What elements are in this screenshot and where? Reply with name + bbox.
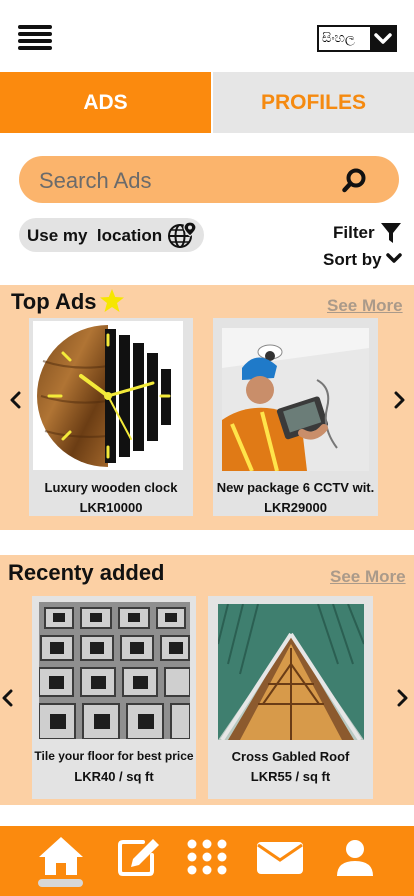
ad-title: Tile your floor for best price: [34, 749, 194, 763]
grid-icon[interactable]: [186, 838, 228, 876]
ad-price: LKR55 / sq ft: [250, 769, 331, 784]
recently-added-section: Recenty added See More Tile your floor f…: [0, 555, 414, 805]
top-bar: සිංහල: [0, 0, 414, 72]
carousel-next-arrow-icon[interactable]: [395, 689, 409, 707]
ad-price: LKR40 / sq ft: [74, 769, 154, 784]
filter-label: Filter: [333, 222, 375, 242]
star-icon: [99, 288, 125, 318]
cctv-installation-image: [222, 328, 369, 471]
tab-ads[interactable]: ADS: [0, 72, 211, 133]
ad-title: New package 6 CCTV wit.: [216, 480, 375, 495]
carousel-prev-arrow-icon[interactable]: [1, 689, 15, 707]
use-my-location-button[interactable]: Use my location: [19, 218, 204, 252]
language-label: සිංහල: [322, 31, 355, 46]
recently-added-see-more-link[interactable]: See More: [330, 567, 406, 587]
ad-title: Cross Gabled Roof: [231, 749, 350, 764]
ad-card-floor-tiles[interactable]: Tile your floor for best price LKR40 / s…: [32, 596, 196, 799]
wooden-clock-image: [33, 321, 183, 470]
ad-price: LKR29000: [264, 500, 327, 515]
floor-tiles-image: [39, 602, 190, 739]
gabled-roof-image: [218, 604, 364, 740]
carousel-next-arrow-icon[interactable]: [392, 391, 406, 409]
home-icon[interactable]: [37, 835, 85, 877]
search-icon[interactable]: [341, 167, 369, 198]
tab-bar: ADS PROFILES: [0, 72, 414, 133]
filter-button[interactable]: Filter: [333, 216, 402, 249]
mail-icon[interactable]: [256, 841, 304, 875]
funnel-icon: [380, 222, 402, 249]
globe-pin-icon: [167, 221, 197, 254]
language-selector[interactable]: සිංහල: [317, 25, 397, 52]
ad-title: Luxury wooden clock: [44, 480, 178, 495]
user-icon[interactable]: [335, 839, 375, 877]
edit-icon[interactable]: [117, 837, 161, 877]
hamburger-menu-icon[interactable]: [18, 25, 52, 50]
ad-card-wooden-clock[interactable]: Luxury wooden clock LKR10000: [29, 318, 193, 516]
top-ads-section: Top Ads See More Luxury wooden clock LKR…: [0, 285, 414, 530]
top-ads-see-more-link[interactable]: See More: [327, 296, 403, 316]
chevron-down-icon: [385, 252, 402, 270]
use-my-location-label: Use my location: [27, 226, 163, 245]
ad-price: LKR10000: [79, 500, 143, 515]
chevron-down-icon: [370, 27, 395, 50]
search-bar[interactable]: Search Ads: [19, 156, 399, 203]
bottom-navigation-bar: [0, 826, 414, 896]
sort-by-button[interactable]: Sort by: [323, 249, 402, 270]
recently-added-title: Recenty added: [8, 560, 165, 585]
top-ads-title: Top Ads: [11, 289, 97, 314]
ad-card-cctv-package[interactable]: New package 6 CCTV wit. LKR29000: [213, 318, 378, 516]
ad-card-cross-gabled-roof[interactable]: Cross Gabled Roof LKR55 / sq ft: [208, 596, 373, 799]
tab-profiles[interactable]: PROFILES: [212, 72, 414, 133]
home-active-indicator: [38, 879, 83, 887]
app-screen: සිංහල ADS PROFILES Search Ads Use my loc…: [0, 0, 414, 896]
carousel-prev-arrow-icon[interactable]: [9, 391, 23, 409]
search-input[interactable]: Search Ads: [39, 168, 152, 194]
sort-by-label: Sort by: [323, 249, 382, 269]
